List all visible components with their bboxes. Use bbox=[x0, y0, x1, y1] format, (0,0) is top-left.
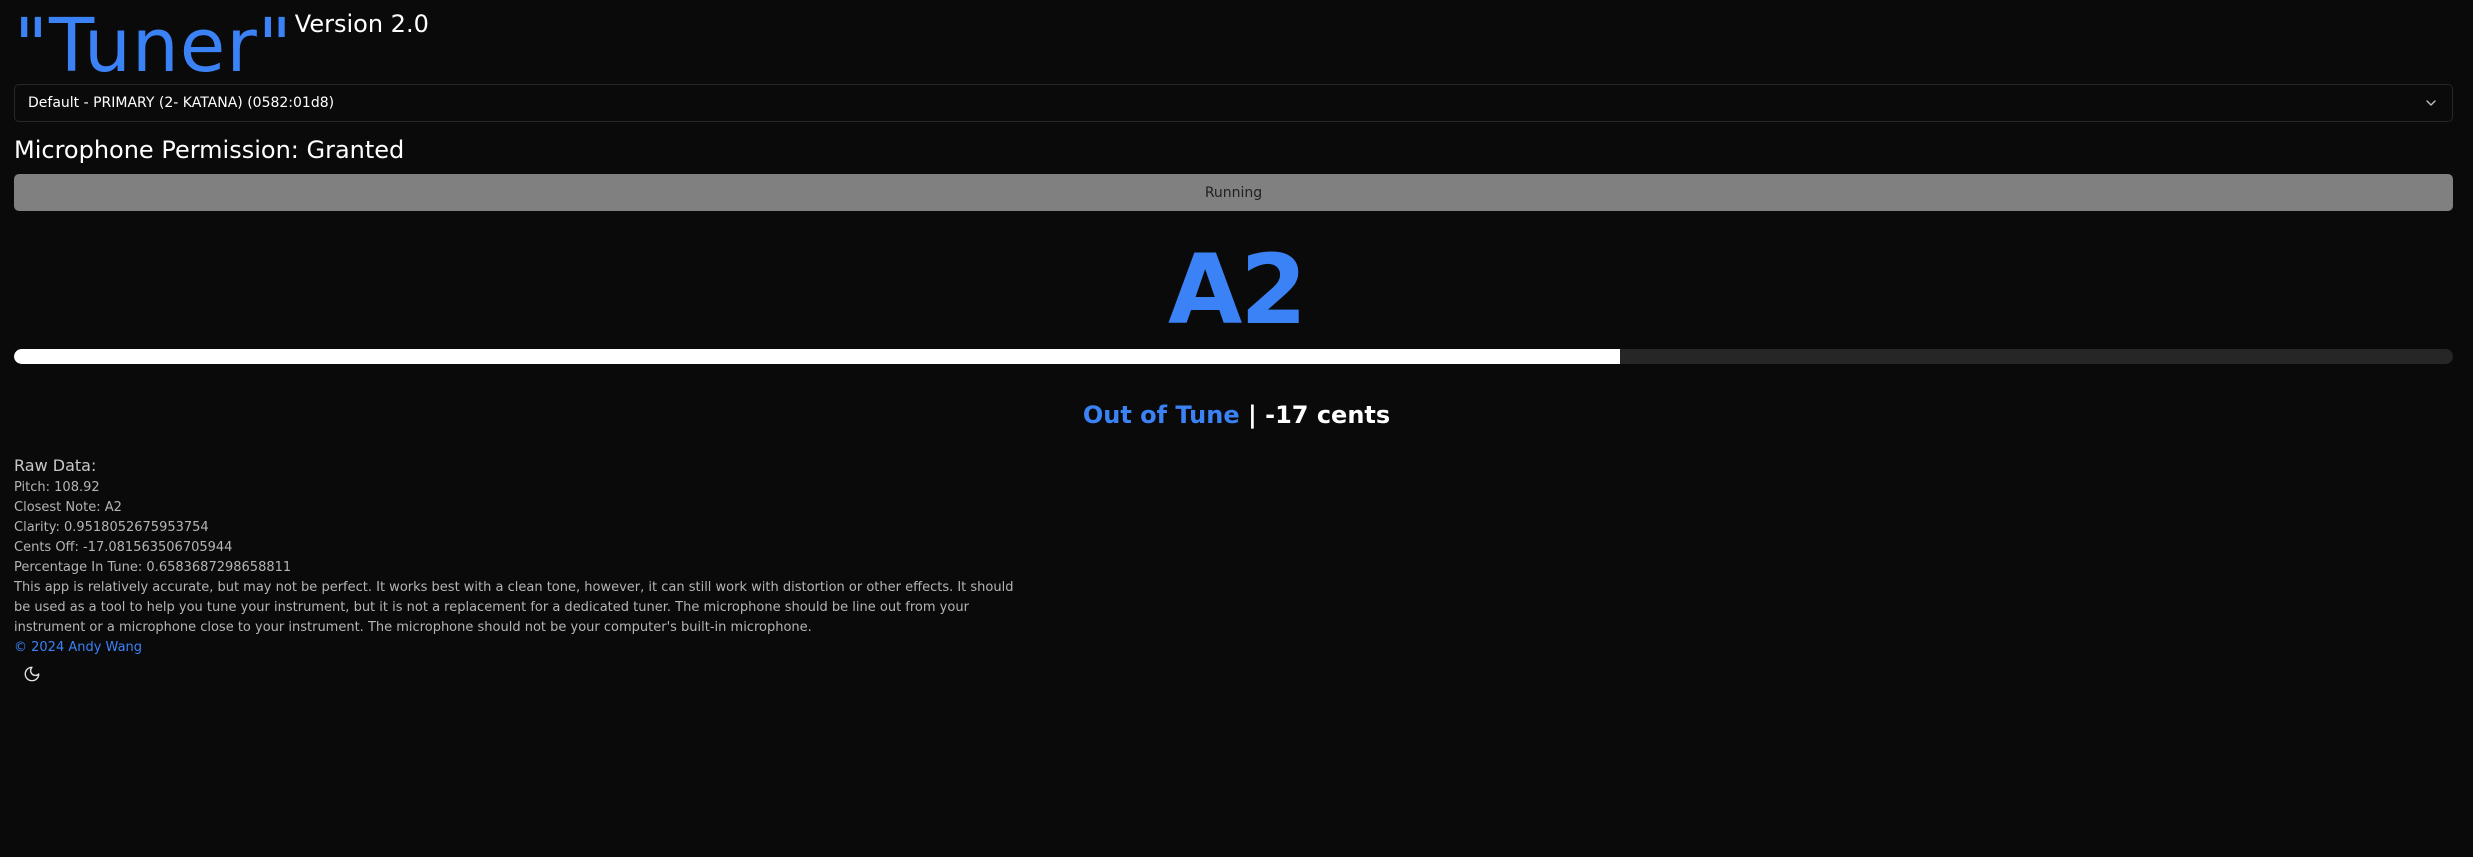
moon-icon bbox=[23, 665, 41, 687]
tune-status-word: Out of Tune bbox=[1082, 401, 1240, 429]
tuning-progress-bar bbox=[14, 349, 2453, 364]
accuracy-disclaimer: This app is relatively accurate, but may… bbox=[14, 580, 1014, 635]
running-button[interactable]: Running bbox=[14, 174, 2453, 211]
tuner-page: "Tuner" Version 2.0 Default - PRIMARY (2… bbox=[0, 0, 2473, 857]
detected-note: A2 bbox=[1167, 234, 1307, 346]
raw-cents-off: Cents Off: -17.081563506705944 bbox=[14, 540, 233, 555]
header: "Tuner" Version 2.0 bbox=[14, 4, 429, 88]
microphone-permission-status: Microphone Permission: Granted bbox=[14, 136, 405, 164]
raw-closest-note: Closest Note: A2 bbox=[14, 500, 122, 515]
tune-status: Out of Tune | -17 cents bbox=[0, 397, 2473, 433]
audio-device-select[interactable]: Default - PRIMARY (2- KATANA) (0582:01d8… bbox=[14, 84, 2453, 122]
audio-device-selected-value: Default - PRIMARY (2- KATANA) (0582:01d8… bbox=[28, 95, 335, 111]
theme-toggle-button[interactable] bbox=[20, 664, 44, 688]
raw-clarity: Clarity: 0.9518052675953754 bbox=[14, 520, 209, 535]
app-version: Version 2.0 bbox=[294, 10, 429, 38]
tuning-progress-fill bbox=[14, 349, 1620, 364]
raw-data-title: Raw Data: bbox=[14, 456, 97, 475]
raw-pitch: Pitch: 108.92 bbox=[14, 480, 100, 495]
tune-status-cents: -17 cents bbox=[1265, 401, 1391, 429]
tune-status-separator: | bbox=[1247, 401, 1257, 429]
raw-data-section: Raw Data: Pitch: 108.92 Closest Note: A2… bbox=[14, 454, 1014, 658]
app-title: "Tuner" bbox=[14, 3, 293, 89]
raw-percentage-in-tune: Percentage In Tune: 0.6583687298658811 bbox=[14, 560, 292, 575]
copyright-link[interactable]: © 2024 Andy Wang bbox=[14, 638, 1014, 658]
chevron-down-icon bbox=[2424, 96, 2438, 110]
